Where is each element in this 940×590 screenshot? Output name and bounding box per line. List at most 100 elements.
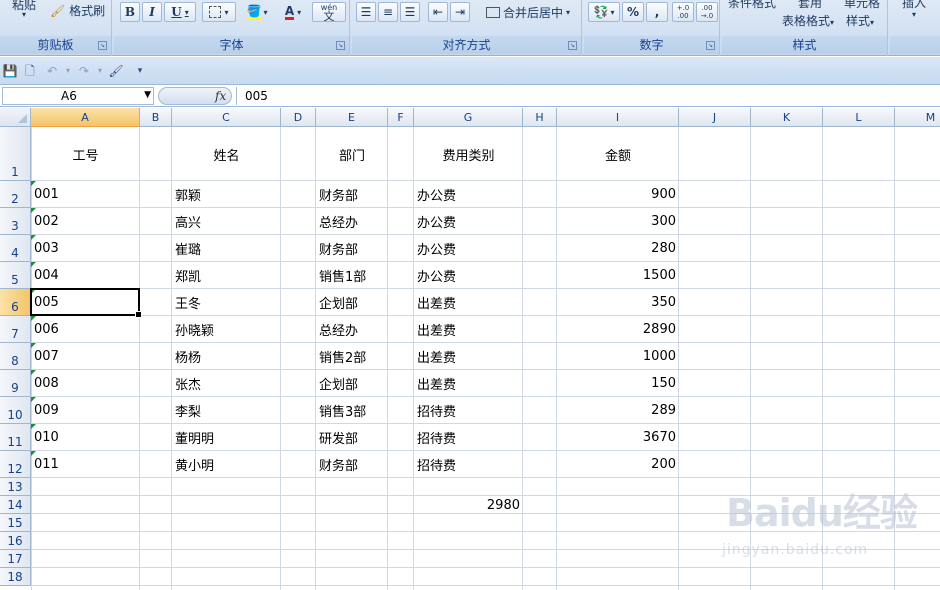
error-indicator-icon[interactable] [31,451,36,456]
cell-amount[interactable]: 2890 [557,316,679,343]
row-header-2[interactable]: 2 [0,181,31,208]
row-header-4[interactable]: 4 [0,235,31,262]
column-header-c[interactable]: C [172,108,281,127]
row-header-15[interactable]: 15 [0,514,31,532]
row-header-1[interactable]: 1 [0,127,31,181]
cell-amount[interactable]: 900 [557,181,679,208]
clipboard-launcher-icon[interactable]: ↘ [98,41,107,50]
cell-name[interactable]: 高兴 [172,208,281,235]
insert-function-icon[interactable]: fx [215,89,226,103]
cell-amount[interactable]: 300 [557,208,679,235]
align-right-button[interactable]: ☰ [400,2,420,22]
cell-dept[interactable]: 企划部 [316,289,388,316]
cell-id[interactable]: 004 [31,262,140,289]
cell-category[interactable]: 出差费 [414,343,523,370]
error-indicator-icon[interactable] [31,235,36,240]
cell-name[interactable]: 崔璐 [172,235,281,262]
row-header-11[interactable]: 11 [0,424,31,451]
column-header-b[interactable]: B [140,108,172,127]
column-header-m[interactable]: M [895,108,940,127]
format-painter-button[interactable]: 🖌 格式刷 [50,2,105,19]
column-header-a[interactable]: A [31,108,140,127]
alignment-launcher-icon[interactable]: ↘ [568,41,577,50]
cell-name[interactable]: 孙晓颖 [172,316,281,343]
row-header-14[interactable]: 14 [0,496,31,514]
error-indicator-icon[interactable] [31,370,36,375]
decrease-indent-button[interactable]: ⇤ [428,2,448,22]
increase-indent-button[interactable]: ⇥ [450,2,470,22]
error-indicator-icon[interactable] [31,343,36,348]
column-header-j[interactable]: J [679,108,751,127]
align-center-button[interactable]: ≡ [378,2,398,22]
number-launcher-icon[interactable]: ↘ [706,41,715,50]
italic-button[interactable]: I [142,2,162,22]
row-header-13[interactable]: 13 [0,478,31,496]
accounting-format-button[interactable]: 💱 ▾ [588,2,620,22]
underline-button[interactable]: U ▾ [164,2,196,22]
cell-category[interactable]: 办公费 [414,181,523,208]
chevron-down-icon[interactable]: ▼ [144,90,151,100]
cell-dept[interactable]: 企划部 [316,370,388,397]
row-header-5[interactable]: 5 [0,262,31,289]
cell-amount[interactable]: 150 [557,370,679,397]
error-indicator-icon[interactable] [31,208,36,213]
conditional-format-button[interactable]: 条件格式 [728,0,776,11]
phonetic-button[interactable]: wén 文 [312,2,346,22]
row-header-16[interactable]: 16 [0,532,31,550]
column-header-f[interactable]: F [388,108,414,127]
save-icon[interactable]: 💾 [2,63,18,79]
insert-dropdown-icon[interactable]: ▾ [912,10,916,19]
cell-id[interactable]: 003 [31,235,140,262]
font-launcher-icon[interactable]: ↘ [336,41,345,50]
cell-dept[interactable]: 销售1部 [316,262,388,289]
customize-toolbar-icon[interactable]: ▾ [132,63,148,79]
cell-name[interactable]: 黄小明 [172,451,281,478]
cell-styles-button[interactable]: 样式▾ [846,12,874,29]
new-file-icon[interactable]: 🗋 [22,63,38,79]
column-header-e[interactable]: E [316,108,388,127]
cell-g14[interactable]: 2980 [414,496,523,514]
column-header-g[interactable]: G [414,108,523,127]
undo-icon[interactable]: ↶ [44,63,60,79]
cell-id[interactable]: 001 [31,181,140,208]
redo-dropdown-icon[interactable]: ▾ [92,63,108,79]
column-header-i[interactable]: I [557,108,679,127]
cell-amount[interactable]: 350 [557,289,679,316]
borders-button[interactable]: ▾ [202,2,236,22]
row-header-9[interactable]: 9 [0,370,31,397]
cell-name[interactable]: 张杰 [172,370,281,397]
name-box[interactable]: A6 ▼ [2,87,154,105]
cell-dept[interactable]: 总经办 [316,316,388,343]
error-indicator-icon[interactable] [31,316,36,321]
cell-id[interactable]: 008 [31,370,140,397]
row-header-12[interactable]: 12 [0,451,31,478]
header-cell-category[interactable]: 费用类别 [414,127,523,181]
cell-category[interactable]: 出差费 [414,289,523,316]
cell-id[interactable]: 011 [31,451,140,478]
header-cell-amount[interactable]: 金额 [557,127,679,181]
formula-input[interactable]: 005 [236,87,936,105]
select-all-button[interactable] [0,108,31,127]
cell-name[interactable]: 郑凯 [172,262,281,289]
redo-icon[interactable]: ↷ [76,63,92,79]
cell-dept[interactable]: 财务部 [316,181,388,208]
row-header-3[interactable]: 3 [0,208,31,235]
cell-amount[interactable]: 1000 [557,343,679,370]
percent-button[interactable]: % [622,2,644,22]
format-icon[interactable]: 🖌 [108,63,124,79]
header-cell-id[interactable]: 工号 [31,127,140,181]
cell-category[interactable]: 办公费 [414,208,523,235]
error-indicator-icon[interactable] [31,397,36,402]
cell-dept[interactable]: 研发部 [316,424,388,451]
row-header-7[interactable]: 7 [0,316,31,343]
row-header-8[interactable]: 8 [0,343,31,370]
cell-name[interactable]: 王冬 [172,289,281,316]
decrease-decimal-button[interactable]: .00 →.0 [696,2,718,22]
increase-decimal-button[interactable]: +.0 .00 [672,2,694,22]
cell-id[interactable]: 010 [31,424,140,451]
fill-color-button[interactable]: 🪣 ▾ [240,2,274,22]
cell-dept[interactable]: 销售2部 [316,343,388,370]
cell-amount[interactable]: 200 [557,451,679,478]
column-header-l[interactable]: L [823,108,895,127]
cell-dept[interactable]: 财务部 [316,235,388,262]
